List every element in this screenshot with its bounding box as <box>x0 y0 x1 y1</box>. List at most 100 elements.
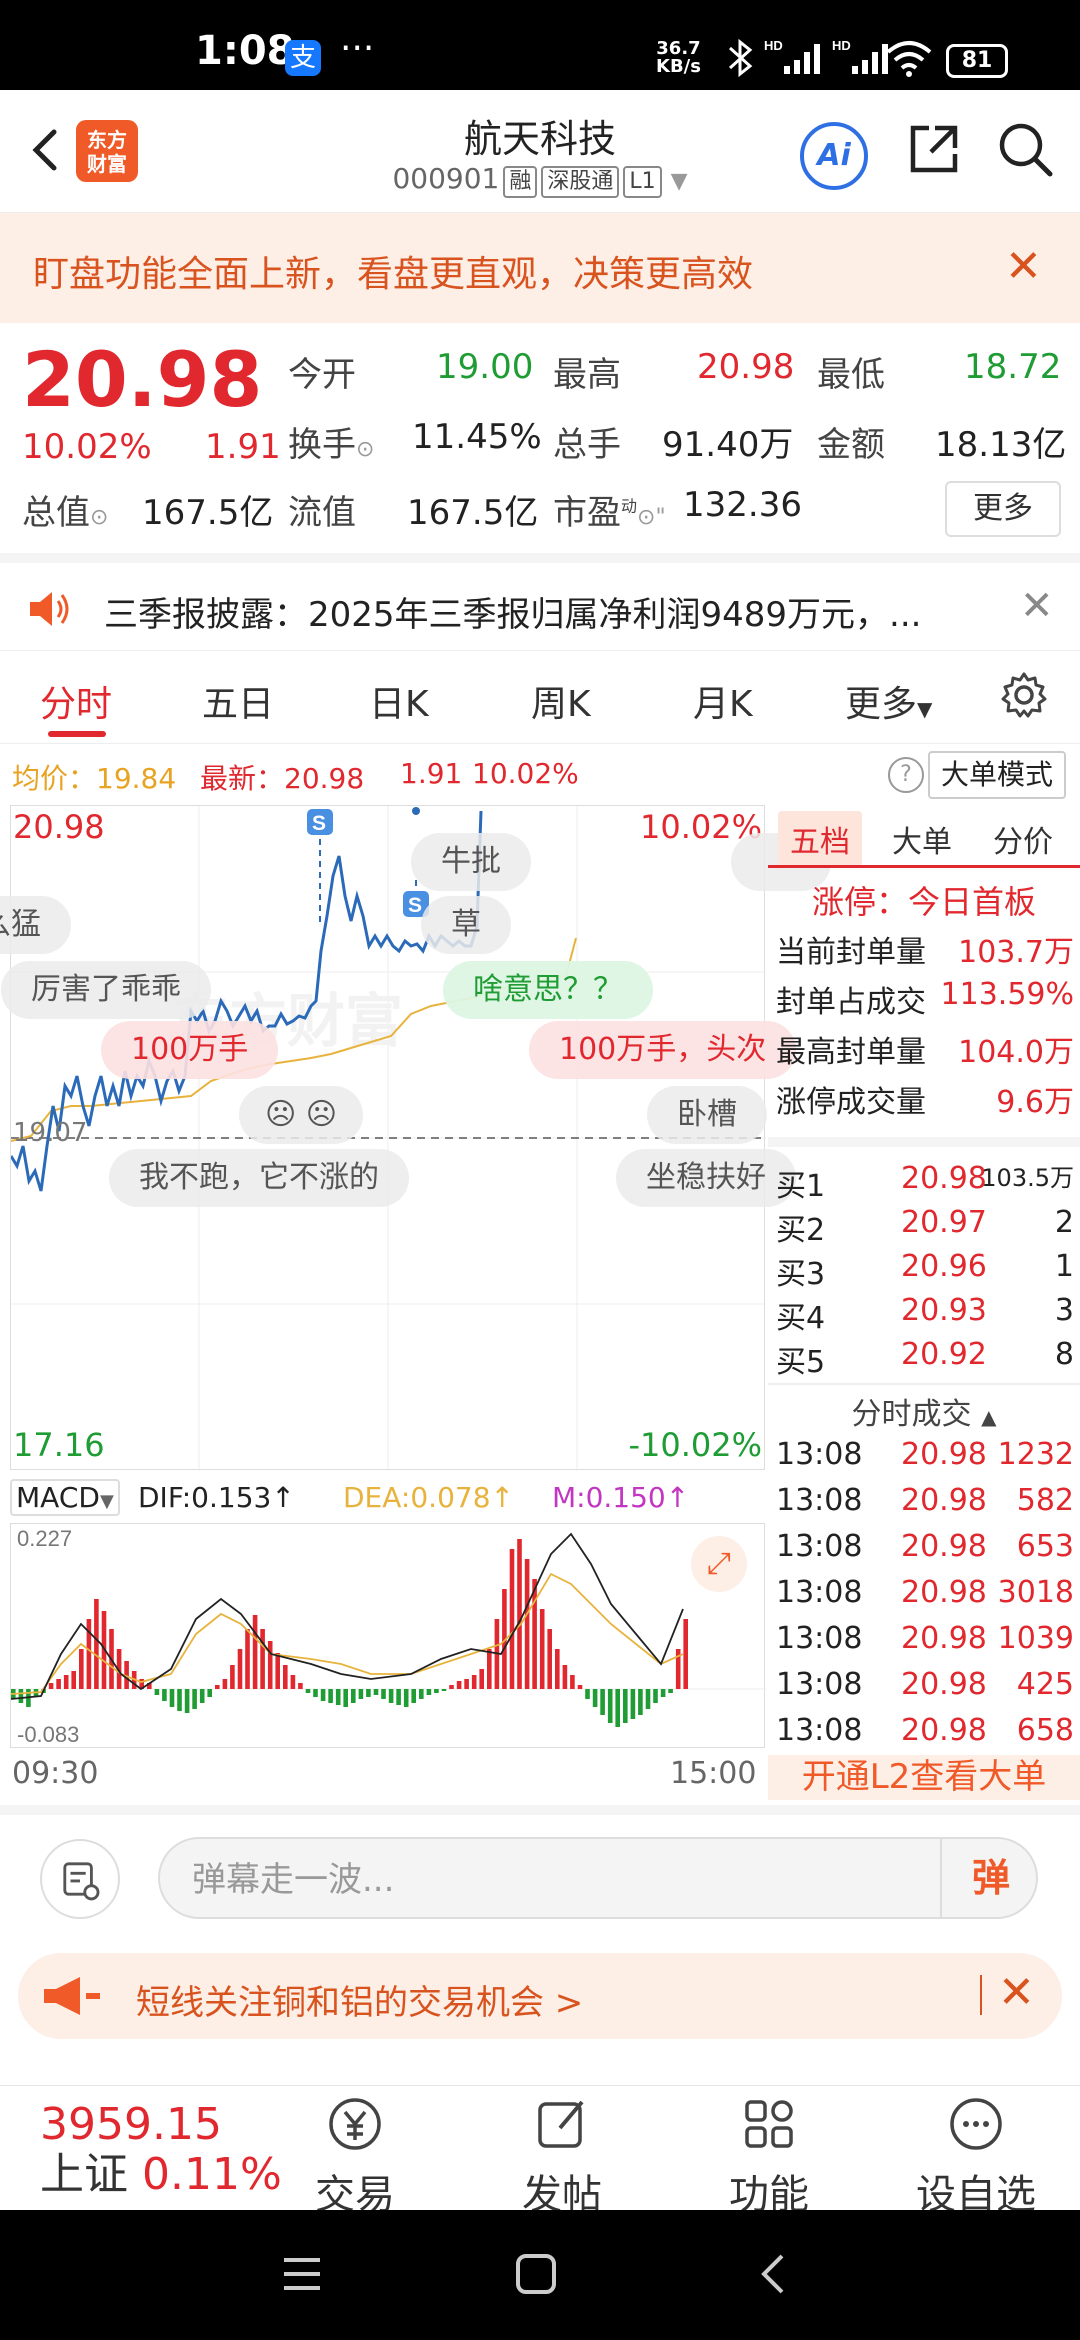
macd-bar <box>570 1675 575 1689</box>
macd-bottom-value: -0.083 <box>17 1722 79 1747</box>
close-icon[interactable]: ✕ <box>998 1967 1035 2018</box>
turnover-label[interactable]: 换手⊙ <box>288 417 374 466</box>
danmu-emoji-bubble[interactable]: ☹︎ ☹︎ <box>239 1086 364 1144</box>
open-l2-button[interactable]: 开通L2查看大单 <box>768 1755 1080 1800</box>
index-quote[interactable]: 3959.15 上证 0.11% <box>40 2100 282 2200</box>
close-icon[interactable]: ✕ <box>1020 583 1054 629</box>
more-quote-button[interactable]: 更多 <box>945 481 1061 537</box>
grid-icon <box>745 2100 793 2148</box>
macd-bar <box>177 1689 182 1711</box>
close-icon[interactable]: ✕ <box>1005 241 1042 292</box>
macd-bar <box>645 1689 651 1709</box>
macd-bar <box>441 1689 447 1691</box>
danmu-bubble[interactable]: 100万手，头次 <box>529 1021 797 1079</box>
macd-dif: DIF:0.153↑ <box>138 1481 295 1514</box>
tab-monthly-k[interactable]: 月K <box>693 675 753 727</box>
trades-header[interactable]: 分时成交 ▲ <box>768 1389 1080 1433</box>
macd-bar <box>199 1689 205 1703</box>
tab-price-dist[interactable]: 分价 <box>993 817 1053 861</box>
info-circle-icon: ⊙ <box>90 505 109 530</box>
danmu-bubble[interactable]: 厉害了乖乖 <box>1 961 211 1019</box>
danmu-bubble[interactable]: 卧槽 <box>647 1086 767 1144</box>
tab-daily-k[interactable]: 日K <box>369 675 429 727</box>
macd-chart[interactable]: 0.227 -0.083 ⤢ <box>10 1523 766 1748</box>
danmu-bubble[interactable]: 100万手 <box>101 1021 279 1079</box>
macd-bar <box>419 1689 424 1699</box>
danmu-input-bar: 弹幕走一波... 弹 <box>0 1805 1080 1930</box>
more-notifications-icon: ··· <box>340 28 375 69</box>
tab-big-orders[interactable]: 大单 <box>892 817 952 861</box>
market-cap-label[interactable]: 总值⊙ <box>22 485 108 534</box>
macd-bar <box>343 1689 348 1707</box>
volume-label: 总手 <box>553 425 621 465</box>
tab-five-day[interactable]: 五日 <box>202 675 274 727</box>
quote-panel: 20.98 10.02% 1.91 今开 19.00 最高 20.98 最低 1… <box>0 323 1080 553</box>
macd-bar <box>290 1675 296 1689</box>
macd-bar <box>479 1669 484 1689</box>
macd-bar <box>660 1689 666 1697</box>
pe-label[interactable]: 市盈动⊙" <box>553 485 666 534</box>
menu-icon[interactable] <box>280 2252 324 2296</box>
status-time: 1:08 <box>195 28 295 74</box>
help-icon[interactable]: ? <box>888 757 924 793</box>
svg-text:HD: HD <box>764 38 783 53</box>
send-danmu-button[interactable]: 弹 <box>940 1837 1040 1919</box>
share-icon[interactable] <box>905 120 963 178</box>
index-value: 3959.15 <box>40 2099 222 2150</box>
news-ticker[interactable]: 三季报披露：2025年三季报归属净利润9489万元，... ✕ <box>0 553 1080 649</box>
ai-assistant-button[interactable]: Ai <box>800 122 868 190</box>
intraday-chart[interactable]: 东方财富 S S 20.98 10.02% 19.07 17.16 -10.02… <box>0 805 831 1471</box>
macd-bar <box>230 1665 235 1689</box>
time-end: 15:00 <box>670 1756 757 1791</box>
danmu-bubble[interactable]: 我不跑，它不涨的 <box>109 1149 409 1207</box>
gear-icon[interactable] <box>1000 671 1048 719</box>
time-start: 09:30 <box>12 1756 99 1791</box>
feature-notice-banner[interactable]: 盯盘功能全面上新，看盘更直观，决策更高效 ✕ <box>0 213 1080 323</box>
macd-bar <box>215 1685 220 1689</box>
tab-more[interactable]: 更多▼ <box>845 675 932 727</box>
sad-face-icon: ☹︎ ☹︎ <box>265 1097 338 1132</box>
macd-bar <box>373 1689 379 1695</box>
danmu-bubble[interactable]: 草 <box>421 896 511 954</box>
back-icon[interactable] <box>752 2252 796 2296</box>
macd-bar <box>607 1689 613 1723</box>
macd-top-value: 0.227 <box>17 1526 72 1551</box>
macd-selector[interactable]: MACD▼ <box>10 1479 120 1516</box>
danmu-bubble[interactable]: 牛批 <box>411 833 531 891</box>
expand-icon[interactable]: ⤢ <box>691 1536 747 1592</box>
bid-row: 买4 20.93 3 <box>776 1293 1074 1336</box>
current-price: 20.98 <box>22 335 263 424</box>
intraday-chart-svg: 东方财富 S S <box>11 806 766 1471</box>
macd-header: MACD▼ DIF:0.153↑ DEA:0.078↑ M:0.150↑ <box>10 1473 765 1523</box>
tab-five-levels[interactable]: 五档 <box>778 811 862 867</box>
trade-row: 13:08 20.98 658 <box>776 1713 1074 1748</box>
nav-add-watchlist[interactable]: 设自选 <box>906 2094 1046 2220</box>
home-icon[interactable] <box>514 2252 558 2296</box>
nav-trade[interactable]: 交易 <box>285 2094 425 2220</box>
chart-top-price: 20.98 <box>13 808 105 846</box>
macd-bar <box>396 1689 401 1705</box>
macd-bar <box>71 1671 76 1689</box>
danmu-input[interactable]: 弹幕走一波... <box>158 1837 1038 1919</box>
megaphone-icon <box>44 1977 100 2015</box>
tab-weekly-k[interactable]: 周K <box>531 675 591 727</box>
big-order-mode-button[interactable]: 大单模式 <box>928 751 1066 799</box>
macd-bar <box>48 1683 54 1689</box>
danmu-settings-icon[interactable] <box>40 1839 120 1919</box>
macd-bar <box>524 1559 530 1689</box>
danmu-bubble[interactable]: 啥意思？？ <box>443 961 653 1019</box>
search-icon[interactable] <box>996 120 1054 178</box>
danmu-bubble[interactable]: 么猛 <box>0 896 71 954</box>
macd-bar <box>388 1689 394 1703</box>
nav-functions[interactable]: 功能 <box>699 2094 839 2220</box>
promo-banner[interactable]: 短线关注铜和铝的交易机会 > ✕ <box>18 1953 1062 2039</box>
macd-bar <box>411 1689 416 1703</box>
latest-pct: 10.02% <box>472 757 579 790</box>
tab-intraday[interactable]: 分时 <box>40 675 112 727</box>
stat-row: 最高封单量 104.0万 <box>776 1035 1074 1070</box>
bid-row: 买5 20.92 8 <box>776 1337 1074 1380</box>
nav-post[interactable]: 发帖 <box>492 2094 632 2220</box>
index-pct: 0.11% <box>142 2149 282 2200</box>
latest-price: 最新：20.98 <box>200 762 365 795</box>
trade-row: 13:08 20.98 582 <box>776 1483 1074 1518</box>
